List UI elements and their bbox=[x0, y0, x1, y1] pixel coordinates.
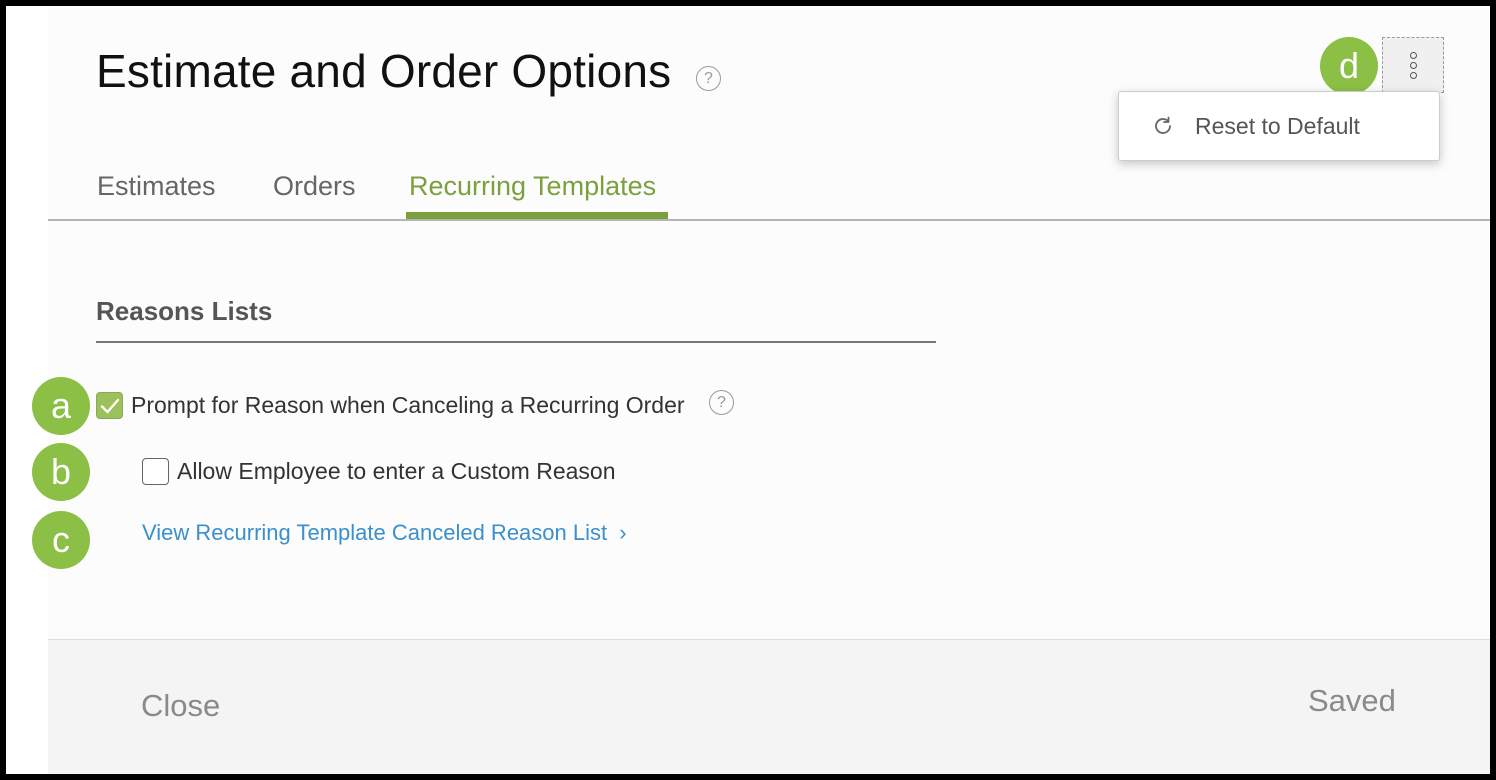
help-icon[interactable]: ? bbox=[696, 66, 721, 91]
screenshot-frame: Estimate and Order Options ? d Reset to … bbox=[6, 6, 1490, 774]
callout-a: a bbox=[32, 377, 90, 435]
saved-status: Saved bbox=[1308, 683, 1396, 718]
footer-bar bbox=[48, 640, 1490, 774]
checkmark-icon bbox=[100, 398, 119, 413]
vertical-dots-icon bbox=[1409, 51, 1417, 79]
callout-b: b bbox=[32, 443, 90, 501]
help-icon[interactable]: ? bbox=[709, 390, 734, 415]
section-title: Reasons Lists bbox=[96, 296, 273, 326]
more-options-button[interactable] bbox=[1382, 37, 1444, 93]
section-divider bbox=[96, 341, 936, 343]
close-button[interactable]: Close bbox=[141, 688, 220, 724]
prompt-for-reason-label: Prompt for Reason when Canceling a Recur… bbox=[131, 392, 685, 418]
custom-reason-option[interactable]: Allow Employee to enter a Custom Reason bbox=[142, 458, 616, 485]
menu-item-label: Reset to Default bbox=[1195, 112, 1360, 139]
refresh-icon bbox=[1155, 116, 1171, 134]
reset-to-default-menu-item[interactable]: Reset to Default bbox=[1119, 92, 1439, 160]
view-reason-list-link[interactable]: View Recurring Template Canceled Reason … bbox=[142, 520, 627, 546]
prompt-for-reason-option[interactable]: Prompt for Reason when Canceling a Recur… bbox=[96, 392, 685, 419]
page-title: Estimate and Order Options bbox=[96, 45, 672, 97]
custom-reason-checkbox[interactable] bbox=[142, 458, 169, 485]
tab-estimates[interactable]: Estimates bbox=[97, 171, 216, 225]
overflow-menu: Reset to Default bbox=[1118, 91, 1440, 161]
callout-c: c bbox=[32, 511, 90, 569]
callout-d: d bbox=[1320, 37, 1378, 95]
view-reason-list-link-label: View Recurring Template Canceled Reason … bbox=[142, 520, 608, 545]
custom-reason-label: Allow Employee to enter a Custom Reason bbox=[177, 458, 616, 484]
chevron-right-icon: › bbox=[619, 520, 627, 545]
tab-orders[interactable]: Orders bbox=[273, 171, 356, 225]
tabs-divider bbox=[48, 219, 1490, 221]
prompt-for-reason-checkbox[interactable] bbox=[96, 392, 123, 419]
active-tab-indicator bbox=[406, 212, 668, 219]
